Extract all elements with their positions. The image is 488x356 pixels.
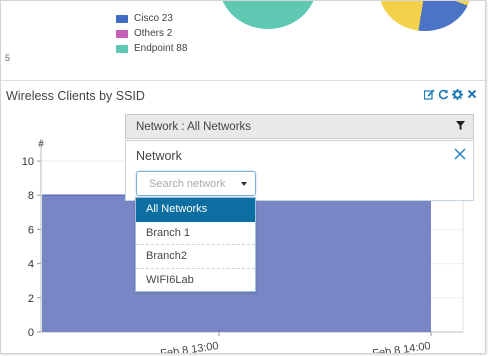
refresh-icon[interactable] [438, 88, 449, 100]
legend-swatch [116, 29, 128, 38]
pie-chart-partial [219, 1, 317, 29]
y-tick-label: 2 [28, 293, 34, 305]
legend-item: Others 2 [116, 26, 187, 41]
device-legend: Cisco 23 Others 2 Endpoint 88 [116, 11, 187, 56]
legend-label: Others 2 [134, 28, 173, 39]
dropdown-option-branch2[interactable]: Branch2 [136, 245, 255, 269]
legend-item: Cisco 23 [116, 11, 187, 26]
y-tick-label: 10 [22, 156, 34, 168]
network-dropdown-list: All Networks Branch 1 Branch2 WIFI6Lab [135, 197, 256, 292]
dropdown-option-wifi6lab[interactable]: WIFI6Lab [136, 269, 255, 293]
close-icon[interactable] [453, 147, 467, 161]
widget-divider [1, 80, 485, 81]
select-placeholder: Search network [149, 177, 226, 190]
widget-toolbar [424, 88, 477, 100]
network-filter-bar[interactable]: Network : All Networks [125, 114, 474, 139]
y-axis-label: # [38, 139, 44, 150]
pie-chart-partial [379, 1, 471, 31]
y-tick-label: 4 [28, 259, 34, 271]
x-tick-label: Feb 8 13:00 [160, 340, 220, 354]
caret-down-icon [241, 181, 247, 186]
widget-title: Wireless Clients by SSID [6, 89, 145, 103]
filter-bar-label: Network : All Networks [136, 120, 252, 133]
gear-icon[interactable] [452, 88, 463, 100]
network-search-select[interactable]: Search network [136, 171, 256, 196]
y-tick-label: 6 [28, 224, 34, 236]
filter-panel-label: Network [136, 149, 182, 163]
x-tick-label: Feb 8 14:00 [372, 340, 432, 354]
y-tick-label: 8 [28, 190, 34, 202]
network-filter-panel: Network Search network [125, 140, 474, 201]
legend-label: Cisco 23 [134, 13, 173, 24]
y-tick-label: 0 [28, 327, 34, 339]
legend-item: Endpoint 88 [116, 41, 187, 56]
legend-swatch [116, 14, 128, 23]
cropped-label: 5 [5, 53, 11, 63]
edit-icon[interactable] [424, 88, 435, 100]
close-icon[interactable] [466, 88, 477, 100]
legend-label: Endpoint 88 [134, 43, 188, 54]
dashboard-frame: Cisco 23 Others 2 Endpoint 88 5 Wireless… [0, 0, 486, 354]
funnel-icon[interactable] [456, 120, 465, 133]
dropdown-option-all-networks[interactable]: All Networks [136, 198, 255, 222]
legend-swatch [116, 44, 128, 53]
dropdown-option-branch-1[interactable]: Branch 1 [136, 222, 255, 245]
